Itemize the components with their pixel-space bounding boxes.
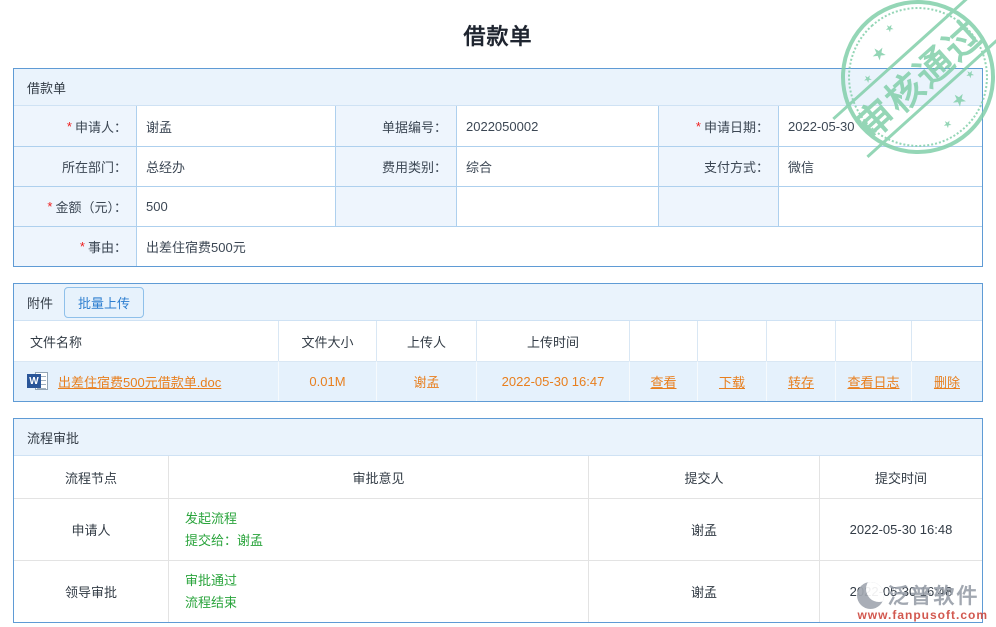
attachment-file-link[interactable]: 出差住宿费500元借款单.doc — [58, 372, 221, 391]
attachment-action-cell: 删除 — [911, 361, 982, 401]
field-label-text: 所在部门： — [62, 157, 127, 176]
attachments-panel: 附件 批量上传 文件名称 文件大小 上传人 上传时间 W — [13, 283, 983, 402]
required-marker: * — [80, 239, 85, 254]
transfer-save-link[interactable]: 转存 — [788, 372, 814, 391]
field-label-text: 申请日期： — [704, 117, 769, 136]
attachment-upload-time: 2022-05-30 16:47 — [476, 361, 629, 401]
required-marker: * — [696, 119, 701, 134]
fanpu-url: www.fanpusoft.com — [857, 608, 988, 622]
loan-form-panel-title: 借款单 — [14, 69, 982, 106]
approval-flow-panel: 流程审批 流程节点 审批意见 提交人 提交时间 申请人 发起流程 提交给：谢孟 … — [13, 418, 983, 623]
col-header-empty — [697, 321, 766, 361]
attachment-action-cell: 查看日志 — [835, 361, 911, 401]
required-marker: * — [67, 119, 72, 134]
col-header-opinion: 审批意见 — [168, 456, 588, 498]
col-header-empty — [911, 321, 982, 361]
attachment-action-cell: 下载 — [697, 361, 766, 401]
field-label-text: 支付方式： — [704, 157, 769, 176]
approval-opinion: 发起流程 提交给：谢孟 — [168, 498, 588, 560]
submitter: 谢孟 — [588, 560, 819, 622]
col-header-file-name: 文件名称 — [14, 321, 278, 361]
field-label-text: 单据编号： — [382, 117, 447, 136]
col-header-empty — [766, 321, 835, 361]
loan-form-panel: 借款单 *申请人： 谢孟 单据编号： 2022050002 *申请日期： 202… — [13, 68, 983, 267]
submitter: 谢孟 — [588, 498, 819, 560]
approval-panel-title: 流程审批 — [14, 419, 982, 456]
col-header-submitter: 提交人 — [588, 456, 819, 498]
field-label-text: 金额（元）： — [55, 197, 127, 216]
attachment-action-cell: 查看 — [629, 361, 697, 401]
col-header-upload-time: 上传时间 — [476, 321, 629, 361]
loan-form-grid: *申请人： 谢孟 单据编号： 2022050002 *申请日期： 2022-05… — [14, 106, 982, 266]
field-label-text: 事由： — [88, 237, 127, 256]
batch-upload-button[interactable]: 批量上传 — [64, 287, 144, 318]
required-marker: * — [47, 199, 52, 214]
col-header-flow-node: 流程节点 — [14, 456, 168, 498]
field-value-department: 总经办 — [136, 146, 335, 186]
field-value-expense-type: 综合 — [456, 146, 658, 186]
flow-node: 领导审批 — [14, 560, 168, 622]
col-header-submit-time: 提交时间 — [819, 456, 982, 498]
view-log-link[interactable]: 查看日志 — [847, 372, 899, 391]
page-title: 借款单 — [0, 0, 996, 68]
field-label-text: 申请人： — [75, 117, 127, 136]
fanpu-watermark: 泛普软件 www.fanpusoft.com — [857, 580, 988, 622]
fanpu-logo-icon — [857, 582, 884, 609]
field-value-applicant: 谢孟 — [136, 106, 335, 146]
opinion-line: 审批通过 — [185, 570, 237, 592]
approval-opinion: 审批通过 流程结束 — [168, 560, 588, 622]
field-label-reason: *事由： — [14, 226, 136, 266]
attachments-panel-title: 附件 — [27, 293, 53, 312]
empty-value-cell — [778, 186, 982, 226]
flow-node: 申请人 — [14, 498, 168, 560]
download-link[interactable]: 下载 — [719, 372, 745, 391]
empty-label-cell — [335, 186, 456, 226]
empty-value-cell — [456, 186, 658, 226]
field-value-payment-method: 微信 — [778, 146, 982, 186]
col-header-empty — [629, 321, 697, 361]
field-label-expense-type: 费用类别： — [335, 146, 456, 186]
field-label-apply-date: *申请日期： — [658, 106, 778, 146]
field-label-payment-method: 支付方式： — [658, 146, 778, 186]
loan-form-page: 借款单 ★ ★ ★ ★ ★ ★ 审核通过 借款单 *申请人： 谢孟 单据编号： … — [0, 0, 996, 627]
col-header-uploader: 上传人 — [376, 321, 476, 361]
field-label-text: 费用类别： — [382, 157, 447, 176]
attachment-file-cell: W 出差住宿费500元借款单.doc — [14, 361, 278, 401]
submit-time: 2022-05-30 16:48 — [819, 498, 982, 560]
field-label-applicant: *申请人： — [14, 106, 136, 146]
attachments-table: 文件名称 文件大小 上传人 上传时间 W 出差住宿费500元借款单.doc — [14, 321, 982, 401]
col-header-file-size: 文件大小 — [278, 321, 376, 361]
fanpu-brand-name: 泛普软件 — [887, 580, 979, 610]
field-value-apply-date: 2022-05-30 — [778, 106, 982, 146]
attachment-uploader: 谢孟 — [376, 361, 476, 401]
opinion-line: 发起流程 — [185, 508, 237, 530]
word-doc-icon: W — [27, 372, 50, 391]
col-header-empty — [835, 321, 911, 361]
field-label-doc-number: 单据编号： — [335, 106, 456, 146]
attachment-action-cell: 转存 — [766, 361, 835, 401]
opinion-line: 流程结束 — [185, 592, 237, 614]
field-value-amount: 500 — [136, 186, 335, 226]
field-value-doc-number: 2022050002 — [456, 106, 658, 146]
field-label-department: 所在部门： — [14, 146, 136, 186]
word-w-badge: W — [27, 374, 41, 388]
empty-label-cell — [658, 186, 778, 226]
opinion-line: 提交给：谢孟 — [185, 530, 263, 552]
field-label-amount: *金额（元）： — [14, 186, 136, 226]
attachment-file-size: 0.01M — [278, 361, 376, 401]
view-link[interactable]: 查看 — [650, 372, 676, 391]
delete-link[interactable]: 删除 — [934, 372, 960, 391]
fanpu-logo-row: 泛普软件 — [857, 580, 988, 610]
attachments-panel-head: 附件 批量上传 — [14, 284, 982, 321]
field-value-reason: 出差住宿费500元 — [136, 226, 982, 266]
approval-table: 流程节点 审批意见 提交人 提交时间 申请人 发起流程 提交给：谢孟 谢孟 20… — [14, 456, 982, 622]
